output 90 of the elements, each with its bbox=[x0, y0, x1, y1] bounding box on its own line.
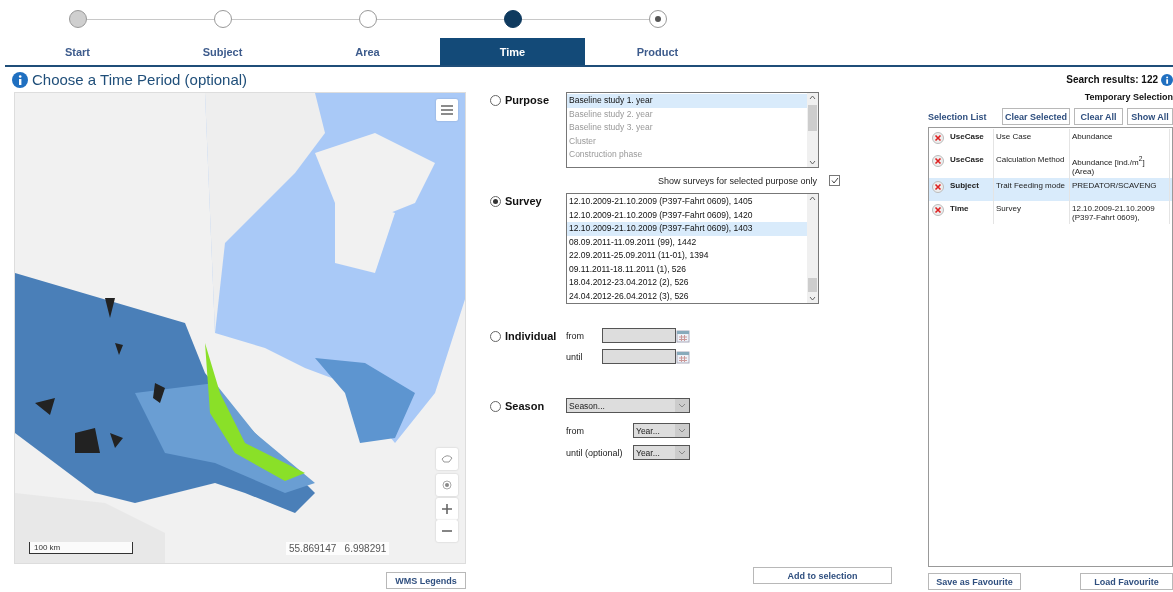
season-select[interactable]: Season... bbox=[566, 398, 690, 413]
info-icon[interactable] bbox=[1161, 73, 1173, 86]
list-action-button[interactable]: Show All bbox=[1127, 108, 1173, 125]
page-heading: Choose a Time Period (optional) bbox=[32, 71, 248, 88]
date-field[interactable] bbox=[602, 349, 676, 364]
filter-checkbox[interactable] bbox=[829, 175, 841, 186]
scroll-up-icon[interactable] bbox=[809, 196, 816, 201]
list-item[interactable]: Baseline study 1. year bbox=[567, 94, 807, 108]
add-to-selection-button[interactable]: Add to selection bbox=[753, 567, 892, 584]
survey-list[interactable] bbox=[566, 193, 819, 304]
list-item[interactable]: 09.11.2011-18.11.2011 (1), 526 bbox=[567, 262, 807, 276]
step-marker bbox=[648, 10, 667, 28]
radio-label: Survey bbox=[505, 195, 542, 207]
table-cell: Trait Feeding mode bbox=[994, 177, 1070, 201]
radio-label: Season bbox=[505, 400, 545, 412]
minus-icon bbox=[442, 530, 452, 532]
table-cell: Survey bbox=[994, 200, 1070, 224]
year-select[interactable]: Year... bbox=[633, 445, 690, 460]
table-cell: UseCase bbox=[948, 129, 994, 152]
temporary-selection-title: Temporary Selection bbox=[1084, 92, 1173, 102]
table-cell: Abundance bbox=[1070, 129, 1170, 152]
calendar-icon[interactable] bbox=[676, 349, 690, 364]
remove-icon[interactable] bbox=[932, 180, 944, 193]
table-cell: PREDATOR/SCAVENG bbox=[1070, 177, 1170, 201]
menu-icon bbox=[441, 105, 453, 115]
locate-button[interactable] bbox=[436, 474, 458, 496]
scroll-down-icon[interactable] bbox=[809, 296, 816, 301]
list-item[interactable]: 08.09.2011-11.09.2011 (99), 1442 bbox=[567, 235, 807, 249]
zoom-out-button[interactable] bbox=[436, 520, 458, 542]
scrollbar-thumb[interactable] bbox=[808, 278, 817, 292]
favourite-button[interactable]: Load Favourite bbox=[1080, 573, 1173, 590]
calendar-icon[interactable] bbox=[676, 328, 690, 343]
list-item[interactable]: 12.10.2009-21.10.2009 (P397-Fahrt 0609), 1405 bbox=[567, 195, 807, 209]
selection-row[interactable]: Time Survey 12.10.2009-21.10.2009 (P397-Fahrt 0609), bbox=[929, 200, 1172, 224]
scroll-down-icon[interactable] bbox=[809, 160, 816, 165]
menu-button[interactable] bbox=[436, 99, 458, 121]
list-item[interactable]: 22.09.2011-25.09.2011 (11-01), 1394 bbox=[567, 249, 807, 263]
wms-legends-button[interactable]: WMS Legends bbox=[386, 572, 466, 589]
coordinates-readout: 55.869147 6.998291 bbox=[286, 542, 390, 555]
list-action-button[interactable]: Clear All bbox=[1074, 108, 1123, 125]
field-label: from bbox=[566, 330, 585, 341]
caret-icon bbox=[675, 446, 689, 459]
step-marker bbox=[358, 10, 377, 28]
step-tab[interactable]: Subject bbox=[150, 38, 295, 65]
field-label: from bbox=[566, 425, 585, 436]
list-item[interactable]: 18.04.2012-23.04.2012 (2), 526 bbox=[567, 276, 807, 290]
remove-icon[interactable] bbox=[932, 155, 944, 167]
table-cell: Subject bbox=[948, 177, 994, 201]
step-marker bbox=[68, 10, 87, 28]
table-cell: Abundance [ind./m$^{2}$] (Area) bbox=[1070, 152, 1170, 178]
favourite-button[interactable]: Save as Favourite bbox=[928, 573, 1021, 590]
field-label: until bbox=[566, 351, 584, 362]
table-cell: 12.10.2009-21.10.2009 (P397-Fahrt 0609), bbox=[1070, 200, 1170, 224]
list-action-button[interactable]: Clear Selected bbox=[1002, 108, 1070, 125]
plus-icon bbox=[442, 504, 452, 514]
list-item[interactable]: 24.04.2012-26.04.2012 (3), 526 bbox=[567, 289, 807, 303]
remove-icon[interactable] bbox=[932, 203, 944, 216]
step-marker bbox=[213, 10, 232, 28]
filter-label: Show surveys for selected purpose only bbox=[658, 175, 818, 186]
step-tab[interactable]: Time bbox=[440, 38, 585, 65]
step-tab[interactable]: Start bbox=[5, 38, 150, 65]
scroll-up-icon[interactable] bbox=[809, 95, 816, 100]
table-cell: Time bbox=[948, 200, 994, 224]
year-select[interactable]: Year... bbox=[633, 423, 690, 438]
locate-icon bbox=[442, 480, 452, 490]
selection-row[interactable]: UseCase Use Case Abundance bbox=[929, 129, 1172, 152]
info-icon[interactable] bbox=[12, 71, 28, 88]
radio-label: Purpose bbox=[505, 94, 549, 106]
step-tab[interactable]: Area bbox=[295, 38, 440, 65]
selection-list-title: Selection List bbox=[928, 111, 988, 122]
field-label: until (optional) bbox=[566, 447, 624, 458]
zoom-in-button[interactable] bbox=[436, 498, 458, 520]
date-field[interactable] bbox=[602, 328, 676, 343]
search-results: Search results: 122 bbox=[1066, 74, 1158, 85]
scrollbar-thumb[interactable] bbox=[808, 105, 817, 131]
check-icon bbox=[830, 177, 839, 184]
radio-label: Individual bbox=[505, 330, 557, 342]
list-item[interactable]: 12.10.2009-21.10.2009 (P397-Fahrt 0609), 1420 bbox=[567, 208, 807, 222]
caret-icon bbox=[675, 424, 689, 437]
table-cell: Use Case bbox=[994, 129, 1070, 152]
selection-row[interactable]: UseCase Calculation Method Abundance [ind./m$^{2}$] (Area) bbox=[929, 152, 1172, 178]
list-item[interactable]: 12.10.2009-21.10.2009 (P397-Fahrt 0609), 1403 bbox=[567, 222, 807, 236]
caret-icon bbox=[675, 399, 689, 412]
step-tab[interactable]: Product bbox=[585, 38, 730, 65]
selection-row[interactable]: Subject Trait Feeding mode PREDATOR/SCAVENG bbox=[929, 177, 1172, 201]
remove-icon[interactable] bbox=[932, 132, 944, 144]
scale-bar: 100 km bbox=[29, 542, 133, 554]
table-cell: Calculation Method bbox=[994, 152, 1070, 178]
step-marker bbox=[503, 10, 522, 28]
table-cell: UseCase bbox=[948, 152, 994, 178]
